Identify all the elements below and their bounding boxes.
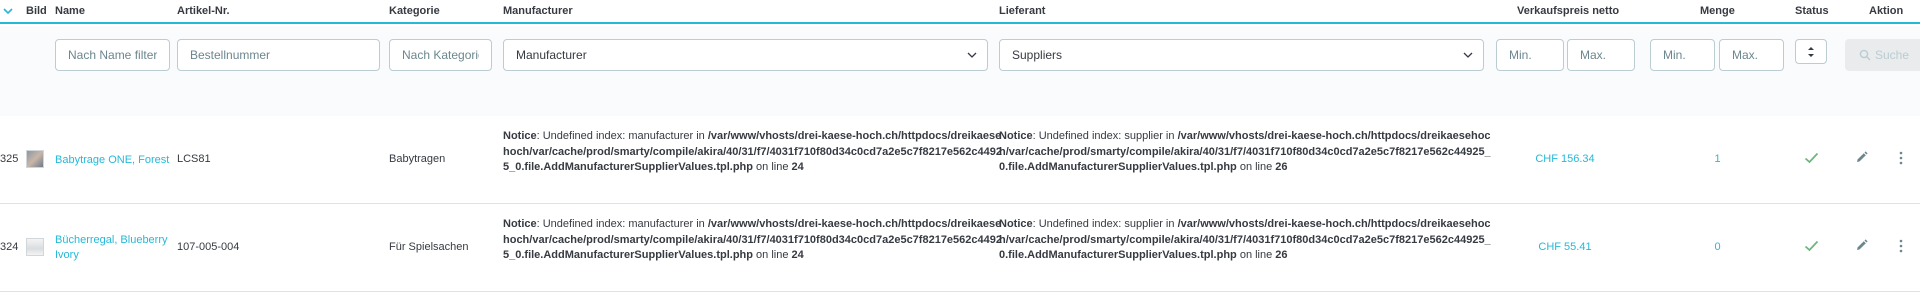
price-max-input[interactable] [1567,39,1635,71]
notice-label: Notice [999,130,1033,142]
notice-online: on line [1236,249,1276,261]
header-lieferant[interactable]: Lieferant [999,5,1045,17]
kategorie-filter-input[interactable] [389,39,492,71]
header-status[interactable]: Status [1795,5,1829,17]
chevron-down-icon [1463,52,1473,58]
notice-line: 24 [791,161,804,173]
status-toggle[interactable] [1804,152,1819,164]
header-aktion: Aktion [1869,5,1904,17]
notice-line: 26 [1275,161,1288,173]
table-row: 324 Bücherregal, Blueberry Ivory 107-005… [0,204,1920,292]
supplier-notice: Notice: Undefined index: supplier in /va… [999,217,1499,264]
notice-text: : Undefined index: supplier in [1032,130,1178,142]
status-toggle[interactable] [1804,240,1819,252]
header-bild: Bild [26,5,47,17]
header-manufacturer[interactable]: Manufacturer [503,5,573,17]
supplier-select-value: Suppliers [1012,48,1063,62]
more-actions-button[interactable] [1899,151,1903,165]
qty-max-input[interactable] [1719,39,1784,71]
product-qty-link[interactable]: 1 [1680,153,1755,165]
notice-label: Notice [503,218,537,230]
product-price-link[interactable]: CHF 55.41 [1500,241,1630,253]
notice-text: : Undefined index: supplier in [1032,218,1178,230]
filter-row: Manufacturer Suppliers Suche [0,26,1920,116]
product-qty-link[interactable]: 0 [1680,241,1755,253]
bestellnummer-filter-input[interactable] [177,39,380,71]
notice-online: on line [1236,161,1276,173]
product-name-link[interactable]: Babytrage ONE, Forest [55,153,170,168]
name-filter-input[interactable] [55,39,170,71]
product-sku: 107-005-004 [177,241,240,253]
more-actions-button[interactable] [1899,239,1903,253]
product-thumbnail[interactable] [26,150,44,168]
product-id: 325 [0,153,19,165]
more-vertical-icon [1899,151,1903,165]
supplier-notice: Notice: Undefined index: supplier in /va… [999,129,1499,176]
edit-pencil-icon [1857,239,1868,250]
product-sku: LCS81 [177,153,211,165]
manufacturer-select[interactable]: Manufacturer [503,39,988,71]
notice-online: on line [753,249,792,261]
manufacturer-notice: Notice: Undefined index: manufacturer in… [503,129,1003,176]
notice-line: 26 [1275,249,1288,261]
search-button[interactable]: Suche [1845,39,1920,71]
status-select[interactable] [1795,39,1827,64]
manufacturer-notice: Notice: Undefined index: manufacturer in… [503,217,1003,264]
notice-label: Notice [503,130,537,142]
table-row: 325 Babytrage ONE, Forest LCS81 Babytrag… [0,116,1920,204]
header-name[interactable]: Name [55,5,85,17]
qty-min-input[interactable] [1650,39,1715,71]
search-icon [1859,49,1871,61]
edit-pencil-icon [1857,151,1868,162]
header-artikel[interactable]: Artikel-Nr. [177,5,230,17]
table-header: Bild Name Artikel-Nr. Kategorie Manufact… [0,0,1920,24]
price-min-input[interactable] [1496,39,1564,71]
header-menge[interactable]: Menge [1700,5,1735,17]
edit-button[interactable] [1855,239,1868,252]
search-button-label: Suche [1875,48,1910,62]
check-icon [1804,240,1819,252]
product-category: Babytragen [389,153,446,165]
product-price-link[interactable]: CHF 156.34 [1500,153,1630,165]
manufacturer-select-value: Manufacturer [516,48,587,62]
product-id: 324 [0,241,19,253]
product-thumbnail[interactable] [26,238,44,256]
notice-label: Notice [999,218,1033,230]
notice-line: 24 [791,249,804,261]
up-down-caret-icon [1808,47,1814,57]
product-category: Für Spielsachen [389,241,469,253]
header-kategorie[interactable]: Kategorie [389,5,440,17]
supplier-select[interactable]: Suppliers [999,39,1484,71]
product-name-link[interactable]: Bücherregal, Blueberry Ivory [55,233,170,263]
sort-caret-icon[interactable] [3,6,13,16]
more-vertical-icon [1899,239,1903,253]
header-preis[interactable]: Verkaufspreis netto [1517,5,1619,17]
edit-button[interactable] [1855,151,1868,164]
check-icon [1804,152,1819,164]
notice-text: : Undefined index: manufacturer in [536,218,708,230]
notice-text: : Undefined index: manufacturer in [536,130,708,142]
notice-online: on line [753,161,792,173]
chevron-down-icon [967,52,977,58]
